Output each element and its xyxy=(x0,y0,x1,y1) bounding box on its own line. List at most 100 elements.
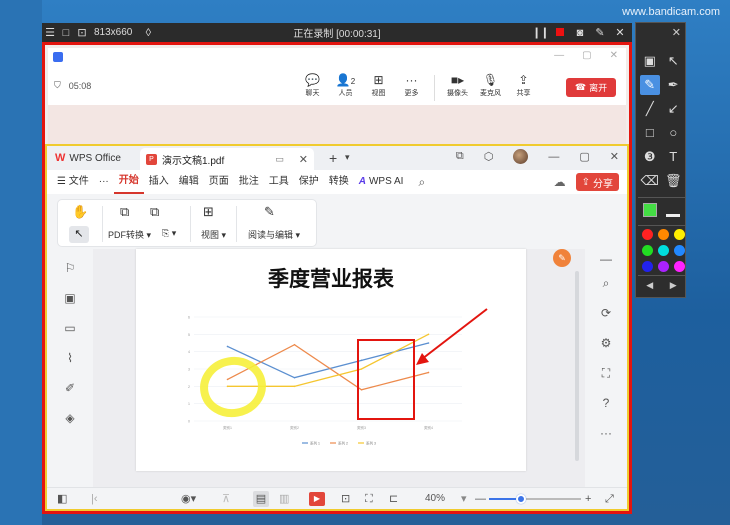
menu-convert[interactable]: 转换 xyxy=(324,170,354,194)
maximize-icon[interactable]: ▢ xyxy=(582,50,591,61)
search-icon[interactable]: ⌕ xyxy=(408,170,430,194)
color-swatch[interactable] xyxy=(674,261,685,272)
color-swatch[interactable] xyxy=(658,245,669,256)
collapse-icon[interactable]: — xyxy=(598,251,614,267)
ai-assistant-button[interactable]: ✎ xyxy=(553,249,571,267)
tab-wps-office[interactable]: W WPS Office xyxy=(55,149,121,167)
pen-icon[interactable]: ✎ xyxy=(639,75,660,95)
monitor-icon[interactable]: ▭ xyxy=(275,154,284,165)
arrow-right-icon[interactable]: ▶ xyxy=(670,280,677,291)
more-button[interactable]: ··· 更多 xyxy=(395,73,428,101)
menu-page[interactable]: 页面 xyxy=(204,170,234,194)
window-switch-icon[interactable]: ⧉ xyxy=(456,150,464,163)
more-options-icon[interactable]: ··· xyxy=(598,425,614,441)
leave-button[interactable]: ☎ 离开 xyxy=(566,78,616,97)
sidebar-toggle-icon[interactable]: ◧ xyxy=(57,491,67,507)
cube-icon[interactable]: ⬡ xyxy=(484,150,494,163)
zoom-slider-knob[interactable] xyxy=(516,494,527,504)
prev-page-icon[interactable]: |‹ xyxy=(91,491,98,507)
close-icon[interactable]: ✕ xyxy=(610,150,619,163)
menu-file[interactable]: ☰ 文件 xyxy=(47,170,94,194)
highlighter-icon[interactable]: ✒ xyxy=(663,75,683,95)
window-close-icon[interactable]: ✕ xyxy=(610,50,618,61)
people-button[interactable]: 👤2 人员 xyxy=(329,73,362,101)
share-button[interactable]: ⇪ 分享 xyxy=(575,173,619,191)
avatar[interactable] xyxy=(513,149,529,164)
play-icon[interactable]: ▶ xyxy=(309,492,325,506)
zoom-search-icon[interactable]: ⌕ xyxy=(598,275,614,291)
fullscreen-fit-icon[interactable]: ⛶ xyxy=(365,491,373,507)
expand-icon[interactable]: ⤢ xyxy=(605,491,614,507)
zoom-slider[interactable] xyxy=(489,494,581,504)
double-page-icon[interactable]: ▥ xyxy=(279,491,289,507)
fit-page-icon[interactable]: ⊡ xyxy=(341,491,350,507)
trash-icon[interactable]: 🗑 xyxy=(663,171,683,191)
number-stamp-icon[interactable]: ❸ xyxy=(640,147,660,167)
chat-button[interactable]: 💬 聊天 xyxy=(296,73,329,101)
menu-insert[interactable]: 插入 xyxy=(144,170,174,194)
pointer-icon[interactable]: ↖ xyxy=(663,51,683,71)
color-swatch[interactable] xyxy=(658,261,669,272)
screen-icon[interactable]: ▣ xyxy=(640,51,660,71)
settings-sliders-icon[interactable]: ⚙ xyxy=(598,335,614,351)
ellipse-icon[interactable]: ○ xyxy=(663,123,683,143)
translate-icon[interactable]: ⟳ xyxy=(598,305,614,321)
menu-wps-ai[interactable]: A WPS AI xyxy=(354,170,409,194)
drop-icon[interactable]: ◊ xyxy=(140,27,156,39)
color-swatch[interactable] xyxy=(642,261,653,272)
single-page-icon[interactable]: ▤ xyxy=(253,491,269,507)
pdf-convert-dropdown[interactable]: PDF转换 ▾ xyxy=(108,228,151,241)
color-swatch[interactable] xyxy=(658,229,669,240)
map-icon[interactable]: ⛶ xyxy=(598,365,614,381)
tab-document[interactable]: P 演示文稿1.pdf ▭ ✕ xyxy=(140,148,314,170)
close-icon[interactable]: ✕ xyxy=(672,26,681,39)
zoom-out-icon[interactable]: — xyxy=(475,491,486,507)
thumbnail-icon[interactable]: ▣ xyxy=(63,291,77,305)
layers-icon[interactable]: ◈ xyxy=(63,411,77,425)
vertical-scrollbar[interactable] xyxy=(575,271,579,461)
eraser-icon[interactable]: ⌫ xyxy=(640,171,660,191)
color-swatch[interactable] xyxy=(674,245,685,256)
crop-icon[interactable]: ⊏ xyxy=(389,491,398,507)
share-screen-button[interactable]: ⇪ 共享 xyxy=(507,73,540,101)
copy-icon-button[interactable]: ⧉ xyxy=(150,204,159,220)
signature-icon[interactable]: ✐ xyxy=(63,381,77,395)
read-edit-dropdown[interactable]: 阅读与编辑 ▾ xyxy=(248,228,300,241)
rectangle-icon[interactable]: □ xyxy=(640,123,660,143)
menu-icon[interactable]: ☰ xyxy=(42,26,58,39)
color-swatch[interactable] xyxy=(642,229,653,240)
line-width-icon[interactable] xyxy=(663,203,683,223)
menu-protect[interactable]: 保护 xyxy=(294,170,324,194)
close-icon[interactable]: ✕ xyxy=(612,26,628,39)
arrow-icon[interactable]: ↙ xyxy=(663,99,683,119)
comment-icon[interactable]: ▭ xyxy=(63,321,77,335)
minimize-icon[interactable]: — xyxy=(548,151,559,163)
color-swatch[interactable] xyxy=(642,245,653,256)
minimize-icon[interactable]: — xyxy=(554,50,564,61)
line-icon[interactable]: ╱ xyxy=(640,99,660,119)
copy-dropdown[interactable]: ⎘ ▾ xyxy=(162,228,176,239)
text-icon[interactable]: T xyxy=(663,147,683,167)
hand-tool-button[interactable]: ✋ xyxy=(72,204,88,220)
zoom-in-icon[interactable]: + xyxy=(585,491,591,507)
stop-icon[interactable] xyxy=(552,27,568,39)
view-dropdown[interactable]: 视图 ▾ xyxy=(201,228,226,241)
read-edit-button[interactable]: ✎ xyxy=(264,204,275,220)
arrow-left-icon[interactable]: ◀ xyxy=(646,280,653,291)
maximize-icon[interactable]: ▢ xyxy=(579,150,589,163)
help-icon[interactable]: ? xyxy=(598,395,614,411)
chevron-down-icon[interactable]: ▾ xyxy=(345,152,350,163)
bookmark-icon[interactable]: ⚐ xyxy=(63,261,77,275)
pdf-convert-icon-button[interactable]: ⧉ xyxy=(120,204,129,220)
menu-tools[interactable]: 工具 xyxy=(264,170,294,194)
fullscreen-icon[interactable]: ⊡ xyxy=(74,26,90,39)
mic-button[interactable]: 🎙 麦克风 xyxy=(474,73,507,101)
menu-more[interactable]: ··· xyxy=(94,170,114,194)
zoom-dropdown-icon[interactable]: ▾ xyxy=(461,491,467,507)
new-tab-button[interactable]: + xyxy=(329,150,337,166)
camera-capture-icon[interactable]: ◙ xyxy=(572,27,588,39)
cloud-upload-icon[interactable]: ☁ xyxy=(554,175,566,189)
zoom-level[interactable]: 40% xyxy=(425,491,445,507)
select-tool-button[interactable]: ↖ xyxy=(69,226,89,243)
window-icon[interactable]: □ xyxy=(58,27,74,39)
